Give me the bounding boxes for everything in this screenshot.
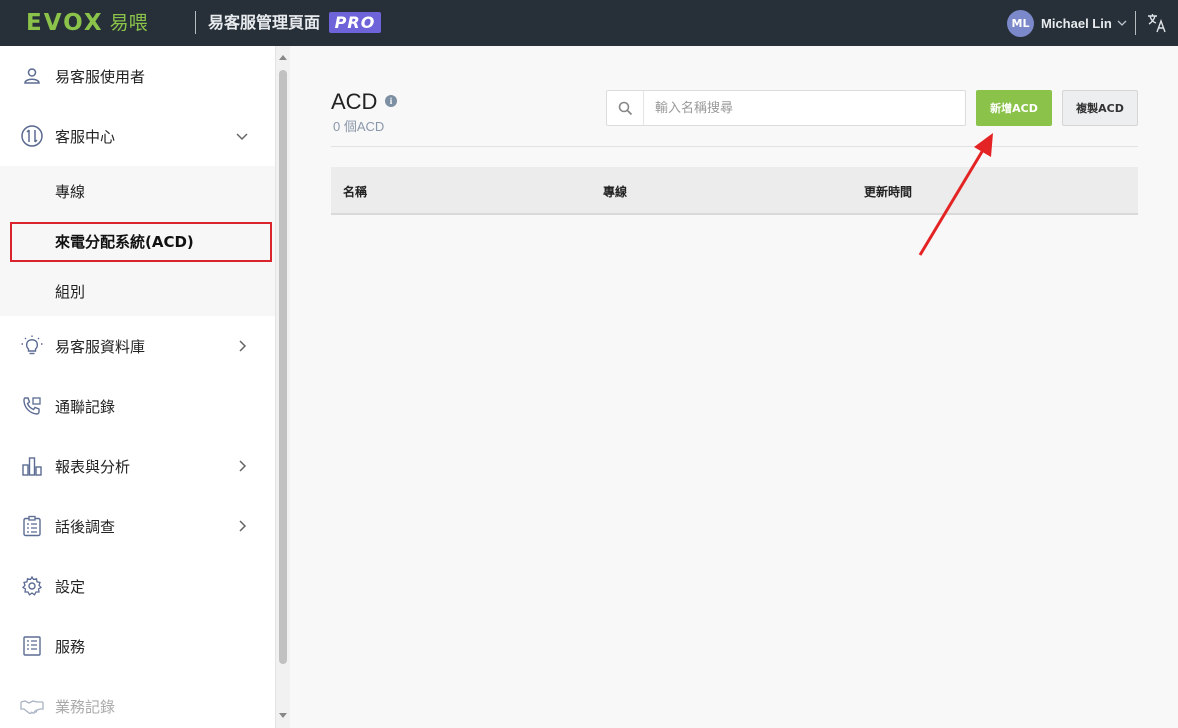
handshake-icon bbox=[20, 694, 44, 718]
avatar: ML bbox=[1007, 9, 1034, 37]
sidebar: 易客服使用者 客服中心 專線 來電分配系統(ACD) 組別 易客服資料庫 通聯記… bbox=[0, 46, 276, 728]
sidebar-item-call-logs[interactable]: 通聯記錄 bbox=[0, 376, 275, 436]
sidebar-item-label: 服務 bbox=[55, 637, 86, 656]
submenu-item-label: 專線 bbox=[55, 182, 86, 201]
header-divider bbox=[195, 11, 196, 34]
acd-count: 0 個ACD bbox=[333, 119, 385, 134]
sidebar-item-users[interactable]: 易客服使用者 bbox=[0, 46, 275, 106]
sidebar-item-label: 業務記錄 bbox=[55, 697, 116, 716]
logo-cn-text: 易喂 bbox=[109, 12, 148, 34]
active-highlight-box bbox=[10, 222, 272, 262]
chevron-right-icon bbox=[239, 460, 247, 472]
chevron-down-icon bbox=[1117, 20, 1127, 26]
call-center-icon bbox=[20, 124, 44, 148]
scrollbar-thumb[interactable] bbox=[279, 70, 287, 664]
clipboard-icon bbox=[20, 514, 44, 538]
header-divider-right bbox=[1135, 11, 1136, 35]
sidebar-item-knowledge-base[interactable]: 易客服資料庫 bbox=[0, 316, 275, 376]
logo[interactable]: EVOX 易喂 bbox=[26, 11, 148, 35]
lightbulb-icon bbox=[20, 334, 44, 358]
column-header-updated-time[interactable]: 更新時間 bbox=[864, 183, 912, 200]
sidebar-item-reports[interactable]: 報表與分析 bbox=[0, 436, 275, 496]
main-content: ACD i 0 個ACD 新增ACD 複製ACD 名稱 專線 更新時間 bbox=[290, 46, 1178, 728]
chevron-down-icon bbox=[236, 133, 248, 141]
user-name: Michael Lin bbox=[1041, 15, 1112, 31]
sidebar-item-settings[interactable]: 設定 bbox=[0, 556, 275, 616]
gear-icon bbox=[20, 574, 44, 598]
scroll-up-arrow-icon[interactable] bbox=[279, 55, 287, 60]
document-icon bbox=[20, 634, 44, 658]
bar-chart-icon bbox=[20, 454, 44, 478]
app-title: 易客服管理頁面 bbox=[208, 13, 321, 32]
top-header: EVOX 易喂 易客服管理頁面 PRO ML Michael Lin bbox=[0, 0, 1178, 46]
sidebar-item-label: 設定 bbox=[55, 577, 86, 596]
sidebar-item-call-center[interactable]: 客服中心 bbox=[0, 106, 275, 166]
sidebar-item-label: 客服中心 bbox=[55, 127, 116, 146]
chevron-right-icon bbox=[239, 340, 247, 352]
page-title: ACD bbox=[331, 89, 378, 114]
sidebar-item-business-records[interactable]: 業務記錄 bbox=[0, 676, 275, 728]
sidebar-item-label: 易客服使用者 bbox=[55, 67, 146, 86]
column-header-name[interactable]: 名稱 bbox=[343, 183, 367, 200]
sidebar-item-services[interactable]: 服務 bbox=[0, 616, 275, 676]
translate-icon[interactable] bbox=[1146, 12, 1168, 34]
search-input[interactable] bbox=[645, 91, 963, 125]
submenu-item-groups[interactable]: 組別 bbox=[0, 266, 275, 316]
submenu-item-hotline[interactable]: 專線 bbox=[0, 166, 275, 216]
add-acd-button[interactable]: 新增ACD bbox=[976, 90, 1052, 126]
copy-acd-button[interactable]: 複製ACD bbox=[1062, 90, 1138, 126]
sidebar-item-label: 易客服資料庫 bbox=[55, 337, 146, 356]
divider bbox=[331, 146, 1138, 147]
chevron-right-icon bbox=[239, 520, 247, 532]
sidebar-item-label: 話後調查 bbox=[55, 517, 116, 536]
sidebar-scrollbar[interactable] bbox=[276, 46, 290, 728]
column-header-hotline[interactable]: 專線 bbox=[603, 183, 627, 200]
user-menu[interactable]: ML Michael Lin bbox=[1007, 9, 1127, 37]
logo-text: EVOX bbox=[26, 10, 104, 36]
submenu-item-label: 組別 bbox=[55, 282, 86, 301]
search-box bbox=[606, 90, 966, 126]
pro-badge: PRO bbox=[329, 12, 381, 33]
phone-log-icon bbox=[20, 394, 44, 418]
scroll-down-arrow-icon[interactable] bbox=[279, 713, 287, 718]
search-icon bbox=[607, 91, 644, 125]
sidebar-item-survey[interactable]: 話後調查 bbox=[0, 496, 275, 556]
user-icon bbox=[20, 64, 44, 88]
info-icon[interactable]: i bbox=[385, 95, 397, 107]
table-header: 名稱 專線 更新時間 bbox=[331, 167, 1138, 215]
sidebar-item-label: 報表與分析 bbox=[55, 457, 131, 476]
sidebar-item-label: 通聯記錄 bbox=[55, 397, 116, 416]
